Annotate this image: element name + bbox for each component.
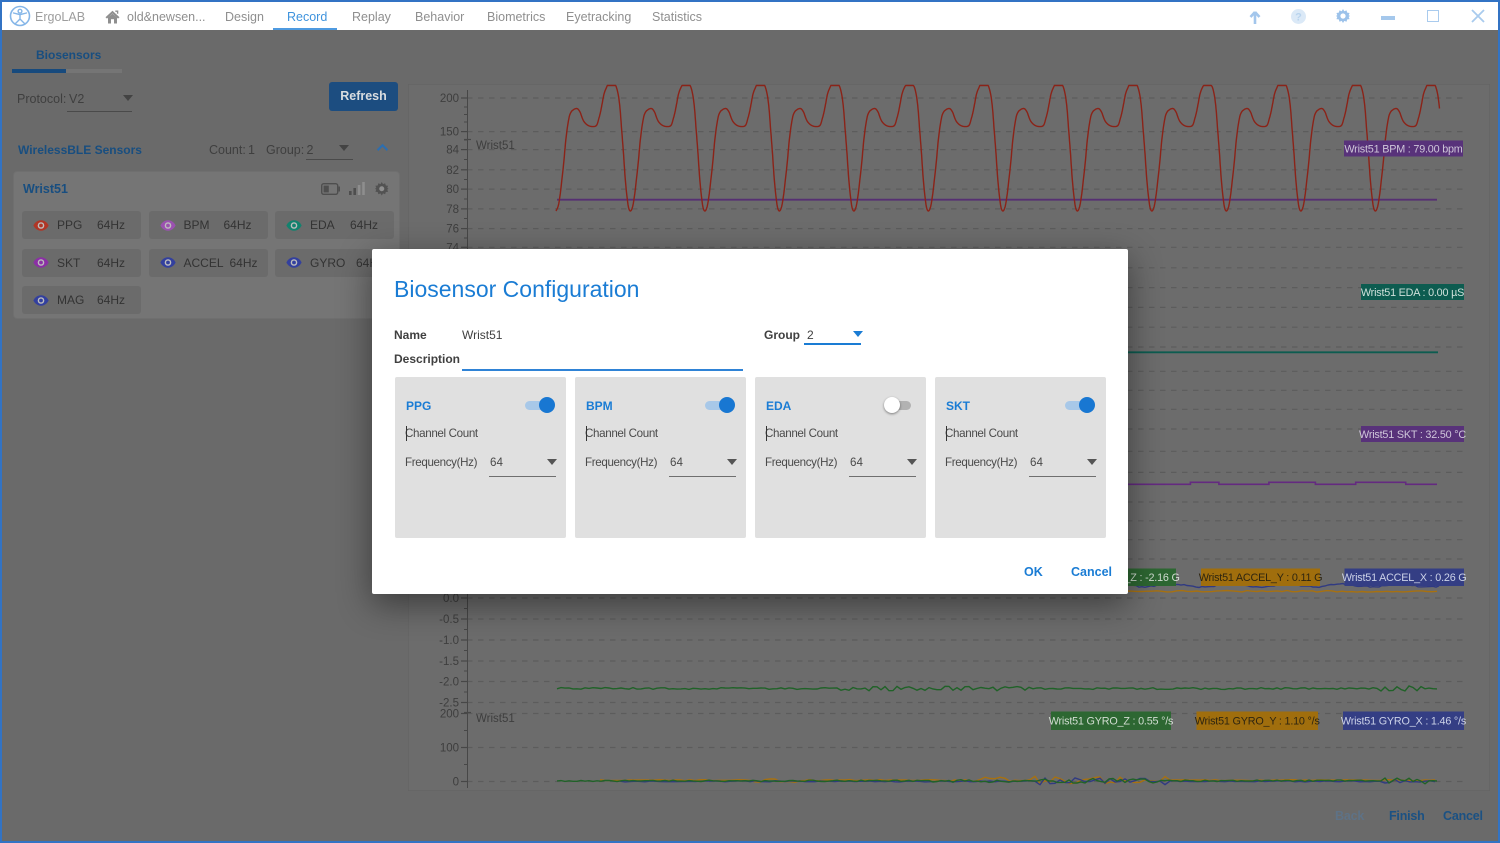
svg-text:Wrist51 GYRO_Y : 1.10 °/s: Wrist51 GYRO_Y : 1.10 °/s (1195, 716, 1321, 728)
svg-text:0.0: 0.0 (443, 593, 459, 605)
svg-text:Wrist51: Wrist51 (476, 713, 515, 725)
svg-text:Wrist51 GYRO_X : 1.46 °/s: Wrist51 GYRO_X : 1.46 °/s (1341, 716, 1467, 728)
svg-text:Wrist51 ACCEL_Y : 0.11 G: Wrist51 ACCEL_Y : 0.11 G (1199, 572, 1323, 584)
svg-text:0: 0 (453, 777, 459, 789)
svg-text:82: 82 (446, 165, 459, 177)
svg-text:-1.0: -1.0 (439, 635, 459, 647)
svg-text:-1.5: -1.5 (439, 656, 459, 668)
svg-text:200: 200 (440, 93, 459, 105)
svg-text:Wrist51 SKT : 32.50 °C: Wrist51 SKT : 32.50 °C (1359, 429, 1466, 441)
svg-text:200: 200 (440, 709, 459, 721)
svg-text:84: 84 (446, 145, 459, 157)
svg-text:Wrist51 BPM : 79.00 bpm: Wrist51 BPM : 79.00 bpm (1344, 143, 1462, 155)
svg-text:-0.5: -0.5 (439, 614, 459, 626)
svg-text:Wrist51 GYRO_Z : 0.55 °/s: Wrist51 GYRO_Z : 0.55 °/s (1049, 716, 1174, 728)
svg-text:100: 100 (440, 743, 459, 755)
svg-text:78: 78 (446, 204, 459, 216)
svg-text:Wrist51: Wrist51 (476, 140, 515, 152)
svg-text:80: 80 (446, 184, 459, 196)
svg-text:?: ? (1295, 12, 1302, 24)
svg-text:Wrist51 EDA : 0.00 µS: Wrist51 EDA : 0.00 µS (1361, 287, 1464, 299)
svg-text:76: 76 (446, 224, 459, 236)
svg-text:150: 150 (440, 127, 459, 139)
svg-text:-2.0: -2.0 (439, 677, 459, 689)
svg-text:Wrist51 ACCEL_X : 0.26 G: Wrist51 ACCEL_X : 0.26 G (1342, 572, 1467, 584)
